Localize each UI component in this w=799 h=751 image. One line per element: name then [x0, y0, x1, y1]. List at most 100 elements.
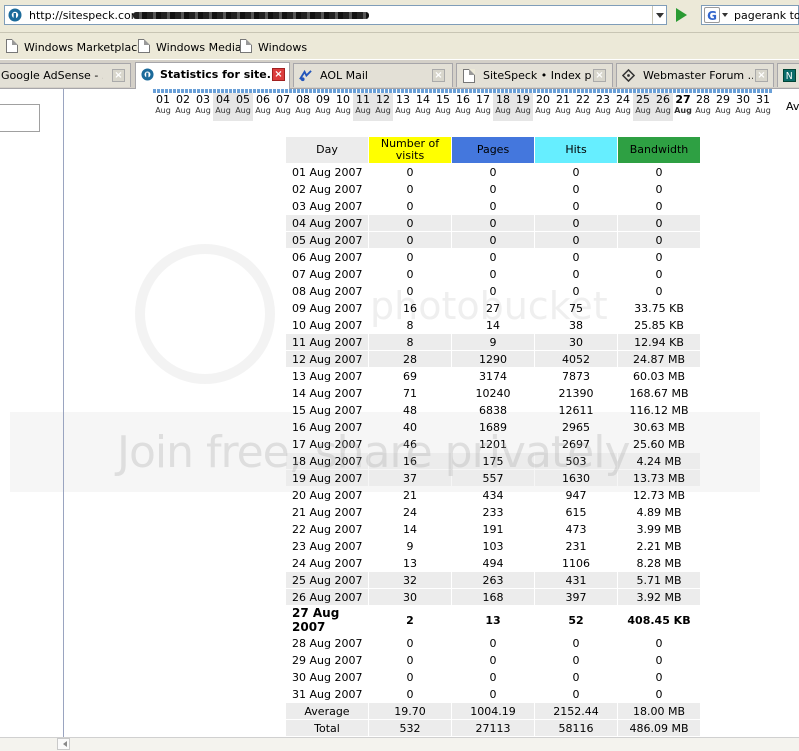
scroll-left-arrow-icon[interactable] [57, 738, 70, 750]
header-day: Day [286, 137, 368, 163]
cell-pages: 0 [489, 199, 497, 213]
page-content: photobucket 01 Aug 02 Aug 03 Aug 04 Aug 05 Aug 06 A… [0, 89, 799, 737]
day-strip-trailing-label: Av [786, 100, 799, 113]
day-cell[interactable]: 30 Aug [733, 89, 753, 121]
bookmark-windows[interactable]: Windows [240, 39, 307, 54]
day-cell[interactable]: 26 Aug [653, 89, 673, 121]
cell-day: 20 Aug 2007 [292, 488, 363, 502]
address-bar[interactable]: http://sitespeck.com [4, 5, 667, 25]
search-box[interactable]: G pagerank too [701, 5, 799, 25]
search-engine-dropdown-icon[interactable] [722, 13, 728, 20]
close-tab-icon[interactable]: × [755, 69, 768, 82]
table-row: 31 Aug 2007 0 0 0 0 [286, 686, 700, 702]
day-cell[interactable]: 18 Aug [493, 89, 513, 121]
cell-day: 27 Aug 2007 [292, 606, 340, 634]
day-month: Aug [495, 106, 511, 115]
day-cell[interactable]: 04 Aug [213, 89, 233, 121]
tab-label: AOL Mail [320, 69, 368, 82]
day-cell[interactable]: 07 Aug [273, 89, 293, 121]
day-month: Aug [755, 106, 771, 115]
day-cell[interactable]: 15 Aug [433, 89, 453, 121]
day-cell[interactable]: 09 Aug [313, 89, 333, 121]
cell-bandwidth: 0 [618, 215, 700, 231]
cell-visits: 14 [403, 522, 417, 536]
cell-hits: 52 [568, 613, 584, 627]
day-cell[interactable]: 22 Aug [573, 89, 593, 121]
day-number: 03 [196, 93, 210, 106]
day-cell[interactable]: 14 Aug [413, 89, 433, 121]
tab-statistics[interactable]: Statistics for site... × [135, 62, 290, 89]
cell-bandwidth: 0 [618, 232, 700, 248]
day-cell[interactable]: 06 Aug [253, 89, 273, 121]
url-history-dropdown-icon[interactable] [652, 6, 667, 24]
tab-sitespeck-index[interactable]: SiteSpeck • Index p... × [456, 63, 613, 87]
day-cell[interactable]: 27 Aug [673, 89, 693, 121]
day-cell[interactable]: 03 Aug [193, 89, 213, 121]
day-cell[interactable]: 28 Aug [693, 89, 713, 121]
cell-hits: 1106 [562, 556, 590, 570]
cell-day: 08 Aug 2007 [292, 284, 363, 298]
day-cell[interactable]: 31 Aug [753, 89, 773, 121]
page-icon [240, 39, 252, 53]
day-cell[interactable]: 13 Aug [393, 89, 413, 121]
google-search-engine-icon[interactable]: G [704, 7, 720, 23]
day-cell[interactable]: 08 Aug [293, 89, 313, 121]
close-tab-icon[interactable]: × [112, 69, 125, 82]
tab-google-adsense[interactable]: Google AdSense - ... × [0, 63, 131, 87]
day-cell[interactable]: 20 Aug [533, 89, 553, 121]
cell-bandwidth: 0 [655, 636, 663, 650]
average-bandwidth: 18.00 MB [618, 703, 700, 719]
close-tab-icon[interactable]: × [272, 68, 285, 81]
day-cell[interactable]: 23 Aug [593, 89, 613, 121]
cell-bandwidth: 8.28 MB [636, 556, 682, 570]
go-arrow-icon[interactable] [670, 6, 692, 24]
cell-bandwidth: 0 [655, 653, 663, 667]
cell-bandwidth: 408.45 KB [627, 613, 691, 627]
bookmark-windows-marketplace[interactable]: Windows Marketplace [6, 39, 144, 54]
tab-aol-mail[interactable]: AOL Mail × [293, 63, 453, 87]
cell-hits: 0 [572, 267, 580, 281]
day-number: 10 [336, 93, 350, 106]
tab-webmaster-forum[interactable]: Webmaster Forum ... × [616, 63, 774, 87]
day-cell[interactable]: 19 Aug [513, 89, 533, 121]
day-cell[interactable]: 01 Aug [153, 89, 173, 121]
table-row: 02 Aug 2007 0 0 0 0 [286, 181, 700, 197]
tab-label: Google AdSense - ... [1, 69, 103, 82]
day-cell[interactable]: 21 Aug [553, 89, 573, 121]
day-cell[interactable]: 25 Aug [633, 89, 653, 121]
day-cell[interactable]: 12 Aug [373, 89, 393, 121]
cell-pages: 263 [452, 572, 534, 588]
day-number: 19 [516, 93, 530, 106]
day-month: Aug [335, 106, 351, 115]
day-month: Aug [375, 106, 391, 115]
tab-partial[interactable]: N [777, 63, 799, 87]
day-cell[interactable]: 02 Aug [173, 89, 193, 121]
day-cell[interactable]: 10 Aug [333, 89, 353, 121]
page-divider [63, 89, 64, 737]
day-cell[interactable]: 29 Aug [713, 89, 733, 121]
day-cell[interactable]: 05 Aug [233, 89, 253, 121]
day-cell[interactable]: 17 Aug [473, 89, 493, 121]
cell-hits: 0 [572, 250, 580, 264]
cell-hits: 615 [565, 505, 587, 519]
day-cell[interactable]: 24 Aug [613, 89, 633, 121]
bookmark-windows-media[interactable]: Windows Media [138, 39, 242, 54]
cell-visits: 71 [403, 386, 417, 400]
left-panel-box [0, 104, 40, 132]
redacted-url-scribble [133, 12, 369, 19]
close-tab-icon[interactable]: × [432, 69, 445, 82]
cell-pages: 0 [489, 670, 497, 684]
horizontal-scrollbar[interactable] [0, 737, 799, 751]
bookmark-label: Windows Media [156, 41, 242, 54]
cell-pages: 494 [482, 556, 504, 570]
day-cell[interactable]: 11 Aug [353, 89, 373, 121]
cell-visits: 0 [406, 687, 414, 701]
cell-bandwidth: 4.24 MB [618, 453, 700, 469]
cell-bandwidth: 0 [655, 670, 663, 684]
day-number: 01 [156, 93, 170, 106]
cell-visits: 0 [369, 215, 451, 231]
day-cell[interactable]: 16 Aug [453, 89, 473, 121]
day-number: 23 [596, 93, 610, 106]
cell-day: 30 Aug 2007 [292, 670, 363, 684]
close-tab-icon[interactable]: × [593, 69, 606, 82]
